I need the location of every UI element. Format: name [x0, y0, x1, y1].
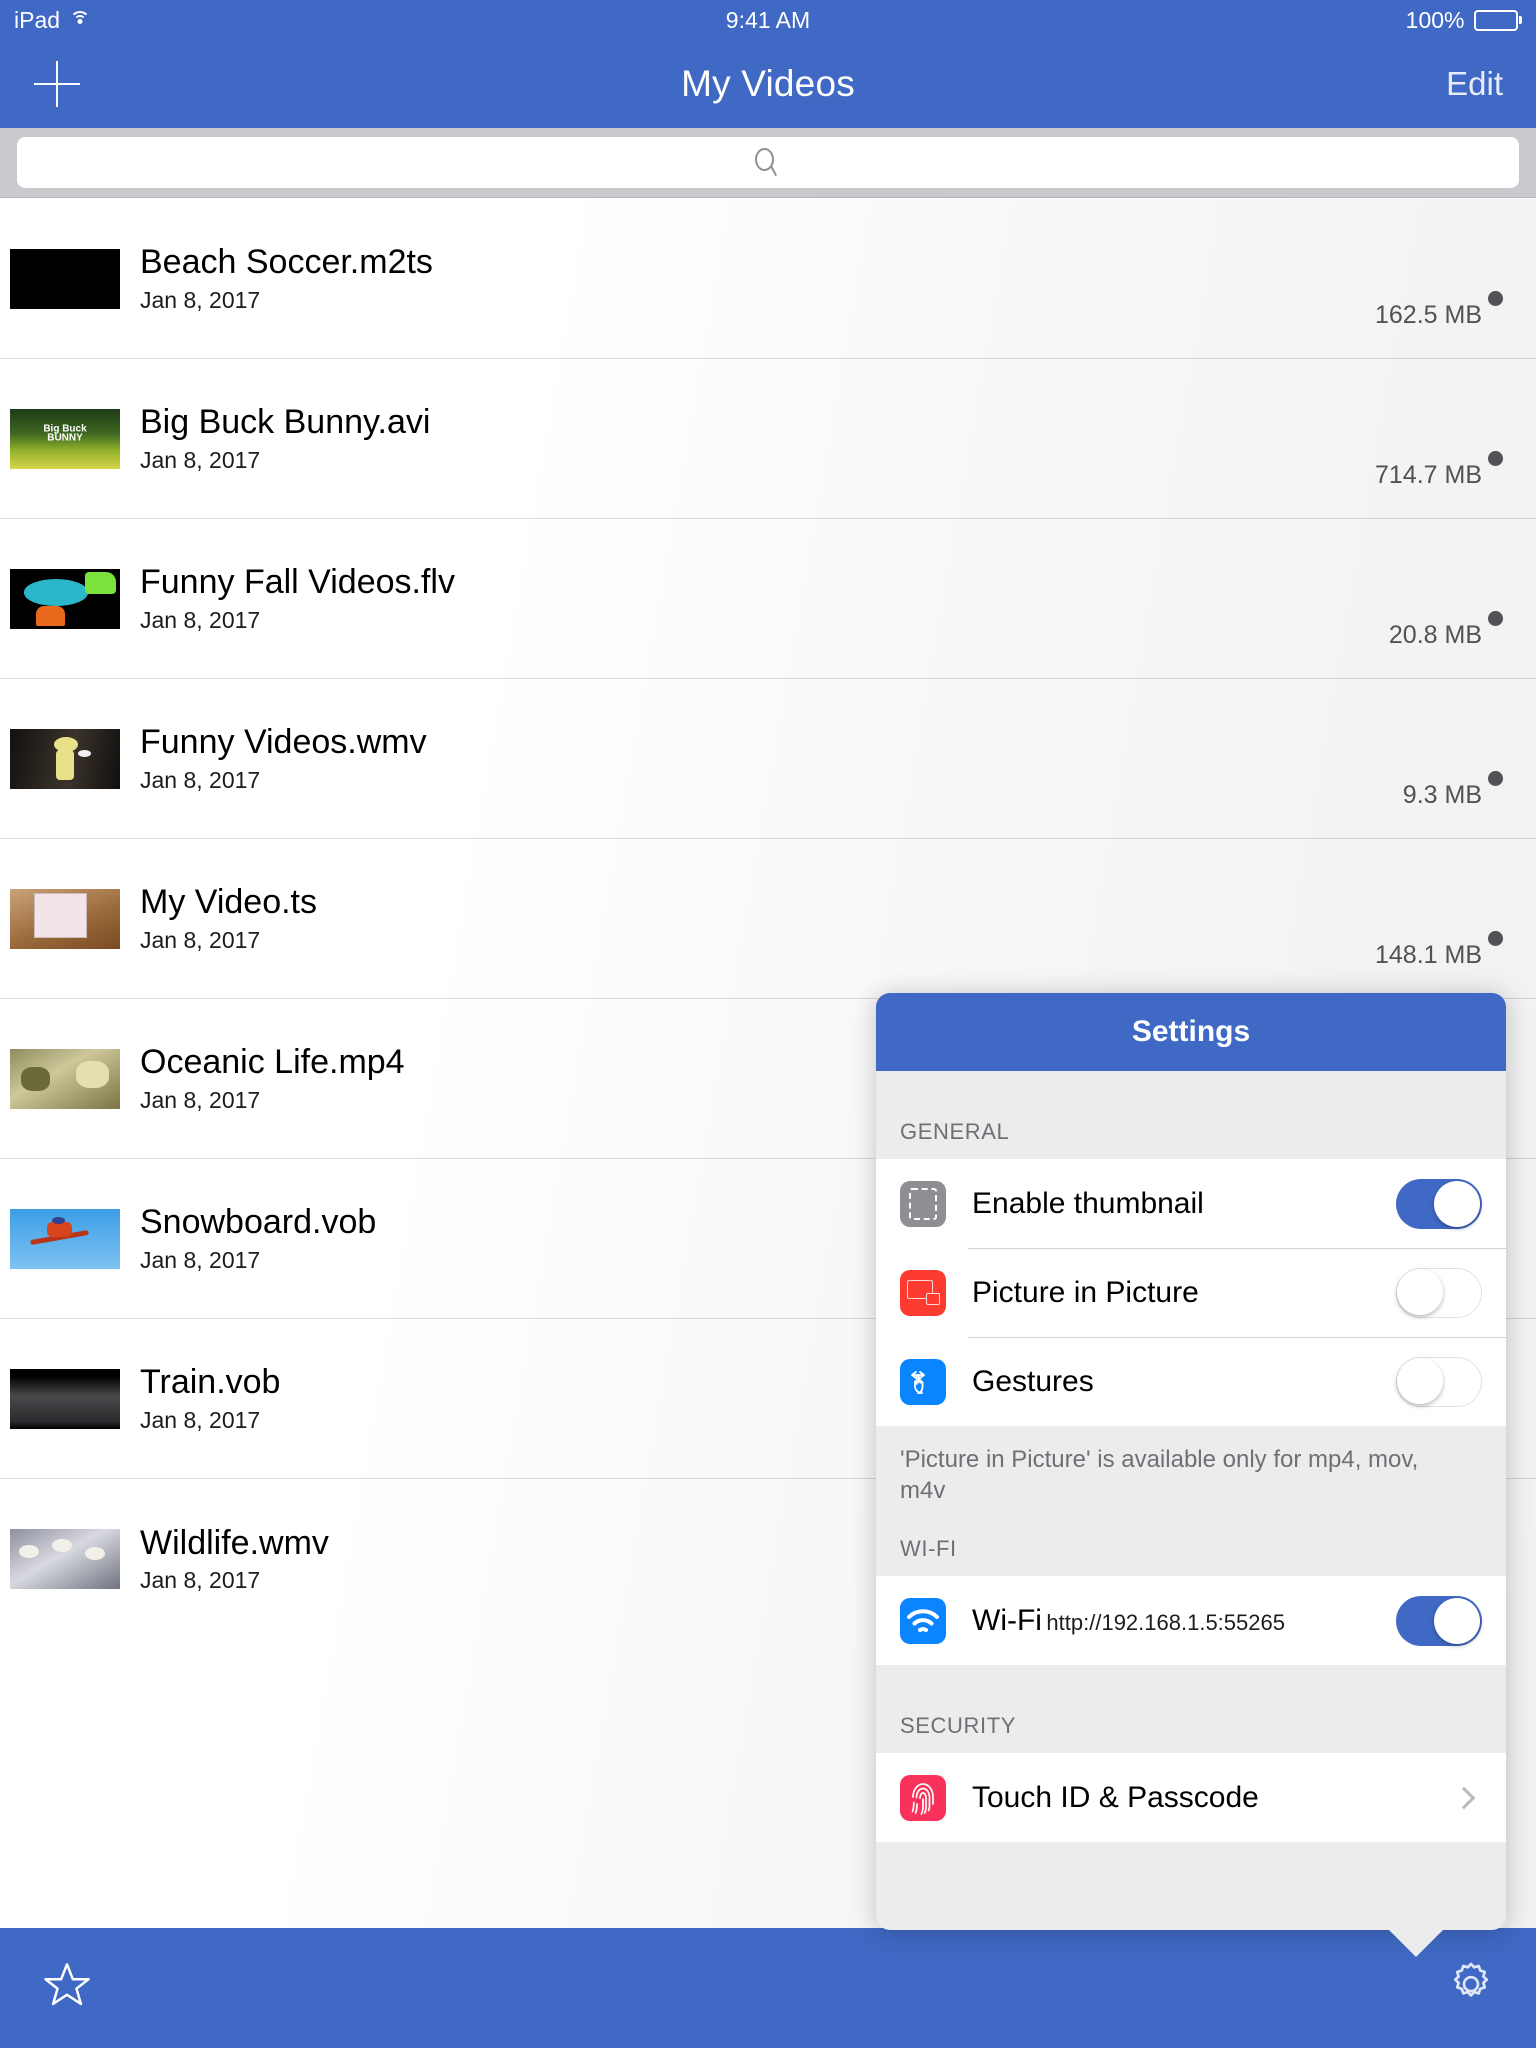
video-date: Jan 8, 2017 [140, 766, 261, 793]
section-header-wifi: WI-FI [876, 1506, 1506, 1577]
video-thumbnail: Big Buck BUNNY [10, 408, 120, 469]
video-list-item[interactable]: Funny Fall Videos.flv Jan 8, 2017 20.8 MB [0, 519, 1536, 679]
thumbnail-icon [900, 1180, 946, 1227]
status-bar-right: 100% [1406, 7, 1522, 34]
video-filesize: 9.3 MB [1402, 781, 1482, 809]
video-filesize: 20.8 MB [1388, 621, 1482, 649]
navigation-bar: My Videos Edit [0, 40, 1536, 128]
unread-dot-icon [1488, 451, 1503, 466]
status-bar: iPad 9:41 AM 100% [0, 0, 1536, 40]
general-settings-group: Enable thumbnail Picture in Picture Gest… [876, 1159, 1506, 1426]
settings-popover: Settings GENERAL Enable thumbnail Pictur… [876, 993, 1506, 1957]
enable-thumbnail-toggle[interactable] [1396, 1178, 1482, 1229]
edit-button[interactable]: Edit [1446, 65, 1503, 103]
touch-id-icon [900, 1774, 946, 1821]
bottom-toolbar [0, 1928, 1536, 2048]
setting-row-wifi[interactable]: Wi-Fi http://192.168.1.5:55265 [876, 1576, 1506, 1665]
video-meta: My Video.ts Jan 8, 2017 [140, 883, 1536, 953]
video-meta: Beach Soccer.m2ts Jan 8, 2017 [140, 243, 1536, 313]
video-filename: Funny Videos.wmv [140, 723, 427, 762]
settings-popover-title: Settings [876, 993, 1506, 1071]
video-filename: My Video.ts [140, 883, 318, 922]
picture-in-picture-footnote: 'Picture in Picture' is available only f… [876, 1426, 1506, 1507]
video-thumbnail [10, 1048, 120, 1109]
setting-label: Enable thumbnail [972, 1187, 1204, 1220]
setting-row-touch-id[interactable]: Touch ID & Passcode [876, 1753, 1506, 1842]
video-filesize: 714.7 MB [1374, 461, 1482, 489]
video-size-group: 148.1 MB [1374, 931, 1503, 970]
video-size-group: 20.8 MB [1388, 611, 1503, 650]
search-bar-container [0, 128, 1536, 198]
gesture-icon [900, 1358, 946, 1405]
battery-full-icon [1473, 9, 1522, 31]
video-list-item[interactable]: Big Buck BUNNY Big Buck Bunny.avi Jan 8, 20… [0, 359, 1536, 519]
video-date: Jan 8, 2017 [140, 606, 261, 633]
gear-icon[interactable] [1444, 1959, 1498, 2018]
wifi-settings-group: Wi-Fi http://192.168.1.5:55265 [876, 1576, 1506, 1666]
picture-in-picture-toggle[interactable] [1396, 1267, 1482, 1318]
video-thumbnail [10, 1368, 120, 1429]
unread-dot-icon [1488, 611, 1503, 626]
battery-percent-label: 100% [1405, 6, 1465, 33]
video-date: Jan 8, 2017 [140, 286, 261, 313]
video-thumbnail [10, 568, 120, 629]
video-thumbnail [10, 888, 120, 949]
video-size-group: 714.7 MB [1374, 451, 1503, 490]
wifi-toggle[interactable] [1396, 1595, 1482, 1646]
setting-row-gestures[interactable]: Gestures [876, 1337, 1506, 1426]
video-thumbnail [10, 1529, 120, 1589]
status-bar-clock: 9:41 AM [725, 6, 811, 33]
star-icon[interactable] [40, 1959, 94, 2018]
video-filesize: 162.5 MB [1374, 301, 1482, 329]
section-header-general: GENERAL [876, 1071, 1506, 1159]
ipad-video-app: iPad 9:41 AM 100% My Videos Edit Beach S… [0, 0, 1536, 2048]
video-date: Jan 8, 2017 [140, 926, 261, 953]
video-size-group: 9.3 MB [1402, 771, 1503, 810]
video-list-item[interactable]: My Video.ts Jan 8, 2017 148.1 MB [0, 839, 1536, 999]
section-header-security: SECURITY [876, 1665, 1506, 1754]
gestures-toggle[interactable] [1396, 1356, 1482, 1407]
video-meta: Big Buck Bunny.avi Jan 8, 2017 [140, 403, 1536, 473]
setting-label: Picture in Picture [972, 1276, 1199, 1309]
video-filename: Big Buck Bunny.avi [140, 403, 431, 442]
video-thumbnail [10, 1208, 120, 1269]
setting-label: Gestures [972, 1365, 1094, 1398]
search-input[interactable] [17, 137, 1519, 188]
video-date: Jan 8, 2017 [140, 446, 261, 473]
video-list-item[interactable]: Funny Videos.wmv Jan 8, 2017 9.3 MB [0, 679, 1536, 839]
wifi-server-url: http://192.168.1.5:55265 [1046, 1610, 1285, 1636]
picture-in-picture-icon [900, 1269, 946, 1316]
unread-dot-icon [1488, 291, 1503, 306]
setting-label: Wi-Fi [972, 1604, 1042, 1638]
video-filename: Funny Fall Videos.flv [140, 563, 455, 602]
video-filename: Beach Soccer.m2ts [140, 243, 433, 282]
video-meta: Funny Videos.wmv Jan 8, 2017 [140, 723, 1536, 793]
search-icon [753, 147, 783, 178]
video-size-group: 162.5 MB [1374, 291, 1503, 330]
video-meta: Funny Fall Videos.flv Jan 8, 2017 [140, 563, 1536, 633]
video-filesize: 148.1 MB [1374, 941, 1482, 969]
unread-dot-icon [1488, 771, 1503, 786]
security-settings-group: Touch ID & Passcode [876, 1753, 1506, 1843]
setting-row-picture-in-picture[interactable]: Picture in Picture [876, 1248, 1506, 1337]
setting-label: Touch ID & Passcode [972, 1781, 1259, 1815]
video-thumbnail [10, 248, 120, 309]
video-list-item[interactable]: Beach Soccer.m2ts Jan 8, 2017 162.5 MB [0, 199, 1536, 359]
page-title: My Videos [681, 63, 855, 104]
unread-dot-icon [1488, 931, 1503, 946]
wifi-icon [900, 1597, 946, 1644]
video-thumbnail [10, 728, 120, 789]
setting-row-enable-thumbnail[interactable]: Enable thumbnail [876, 1159, 1506, 1248]
chevron-right-icon [1452, 1786, 1476, 1810]
